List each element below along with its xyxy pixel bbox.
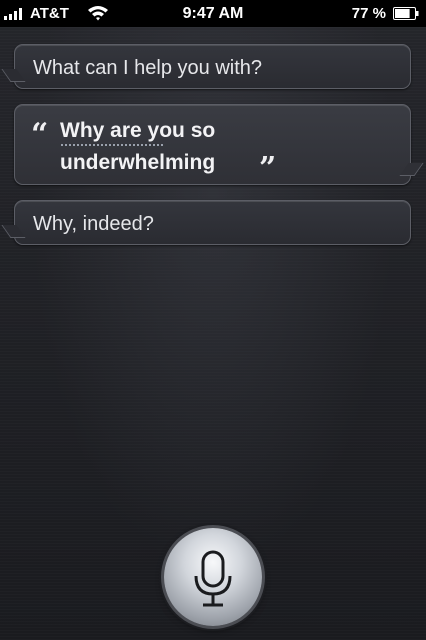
- user-utterance-bubble[interactable]: “ Why are you so underwhelming ”: [14, 104, 411, 186]
- siri-reply-text: Why, indeed?: [33, 213, 154, 235]
- siri-prompt-text: What can I help you with?: [33, 57, 263, 79]
- status-bar: AT&T 9:47 AM 77 %: [0, 0, 426, 27]
- siri-prompt-bubble: What can I help you with?: [14, 44, 411, 89]
- microphone-icon: [194, 550, 232, 607]
- battery-icon: [393, 7, 419, 20]
- open-quote-mark: “: [31, 117, 49, 152]
- battery-percent: 77 %: [351, 5, 386, 22]
- correction-underline[interactable]: [61, 144, 163, 146]
- user-utterance-line-1: Why are you so: [60, 119, 216, 142]
- siri-reply-bubble: Why, indeed?: [14, 200, 411, 245]
- siri-mic-button[interactable]: [164, 528, 262, 626]
- close-quote-mark: ”: [259, 151, 277, 186]
- user-utterance-line-2: underwhelming: [60, 151, 216, 174]
- siri-screen: AT&T 9:47 AM 77 % What can I help you wi…: [0, 0, 426, 640]
